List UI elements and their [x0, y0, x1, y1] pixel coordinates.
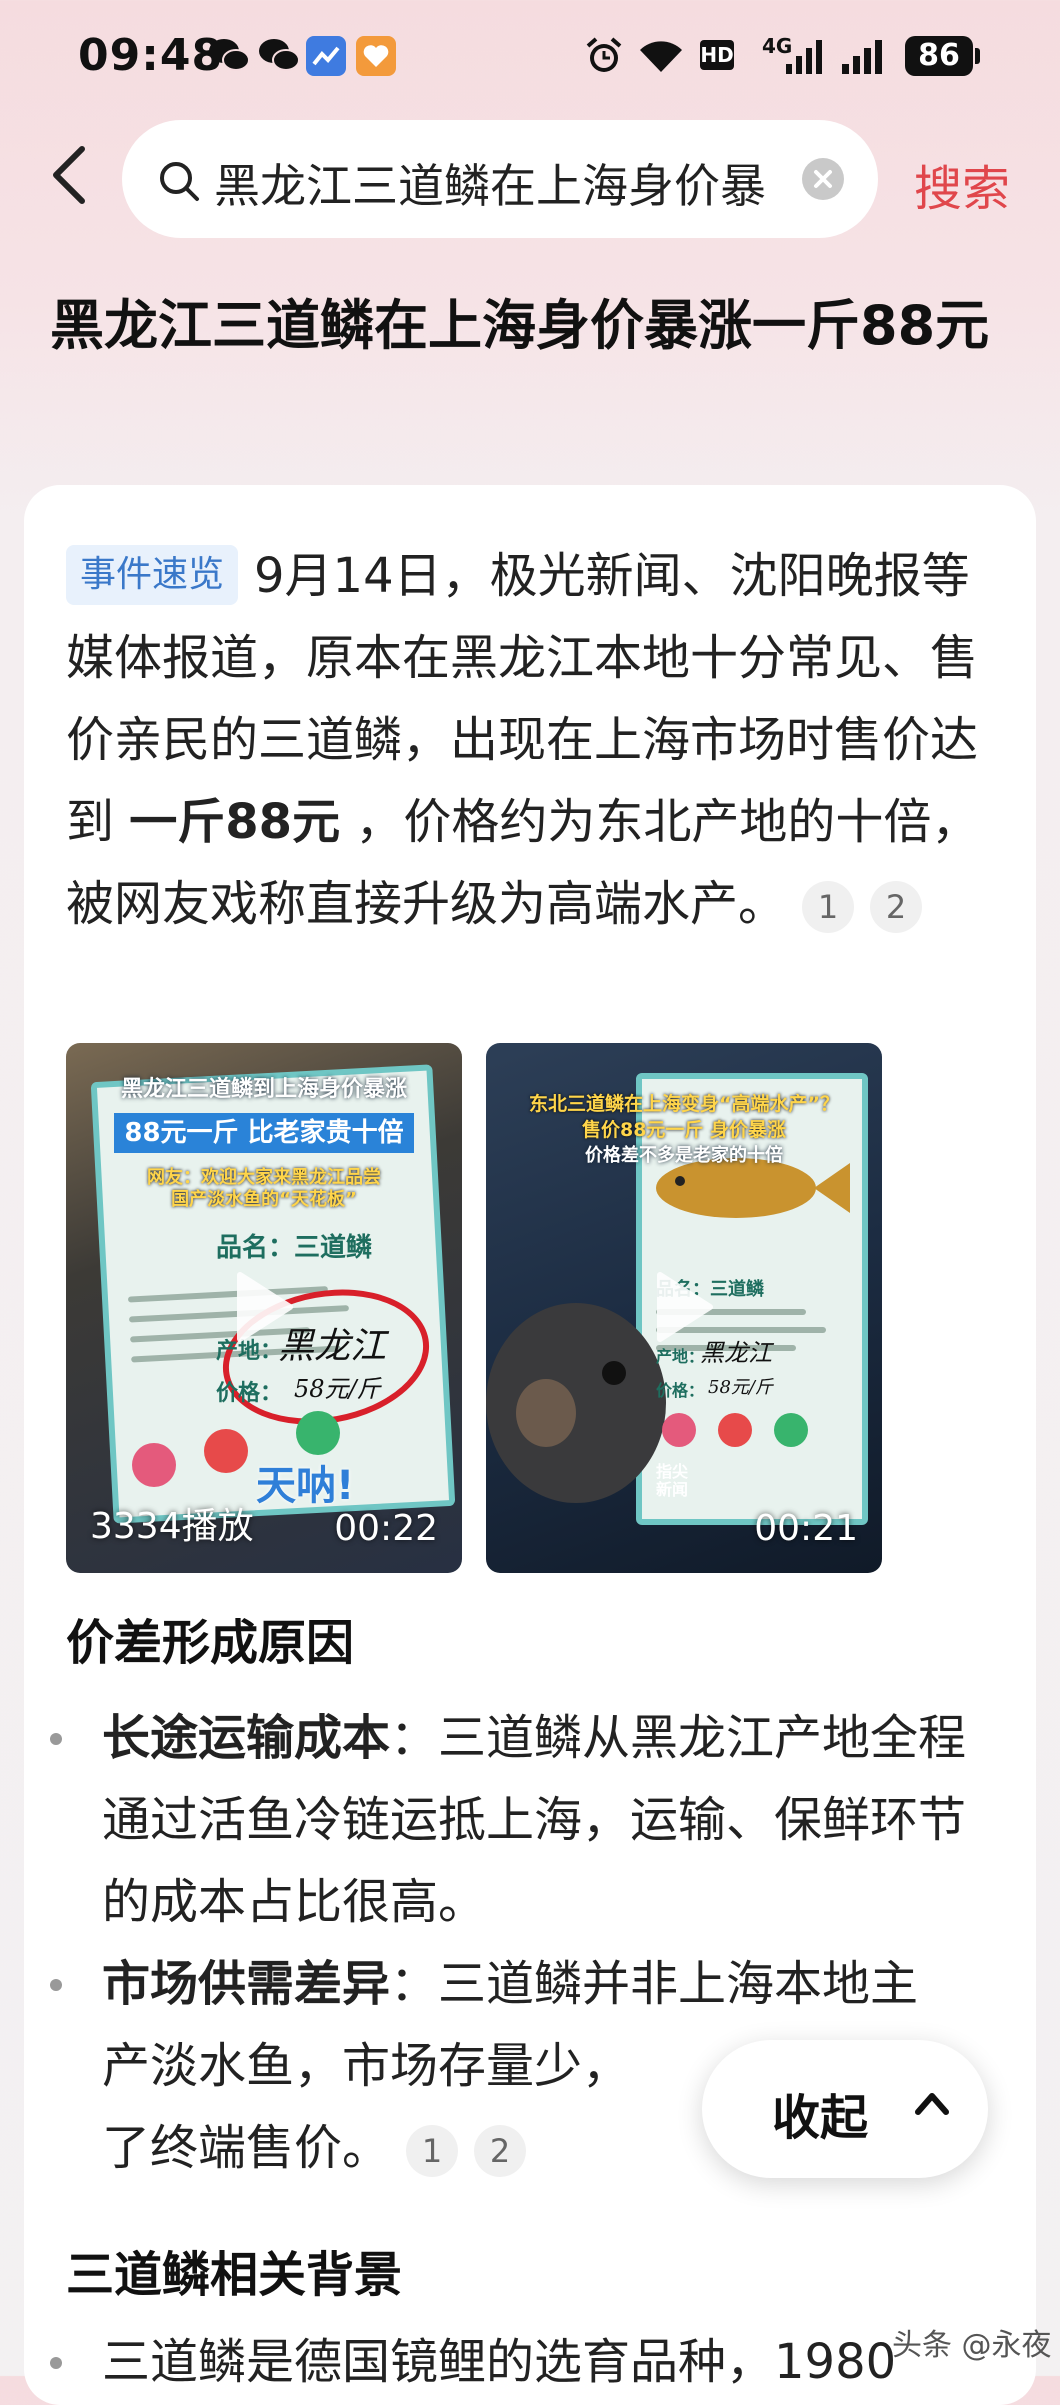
chevron-up-icon: [915, 2093, 949, 2115]
reference-badge[interactable]: 1: [802, 881, 855, 933]
wifi-icon: [640, 41, 682, 72]
list-item: 长途运输成本：三道鳞从黑龙江产地全程通过活鱼冷链运抵上海，运输、保鲜环节的成本占…: [48, 1697, 1008, 1943]
video-thumbnail[interactable]: 东北三道鳞在上海变身“高端水产”？ 售价88元一斤 身价暴涨 价格差不多是老家的…: [486, 1043, 882, 1573]
bullet-dot: [50, 1733, 62, 1745]
event-summary: 事件速览 9月14日，极光新闻、沈阳晚报等媒体报道，原本在黑龙江本地十分常见、售价…: [66, 535, 1016, 945]
video-caption: 售价88元一斤 身价暴涨: [581, 1119, 787, 1141]
reference-badge[interactable]: 1: [406, 2125, 459, 2177]
watermark: 头条 @永夜: [892, 2328, 1052, 2363]
list-item: 三道鳞是德国镜鲤的选育品种，1980: [48, 2321, 1008, 2403]
collapse-button[interactable]: 收起: [702, 2040, 988, 2178]
hd-badge: HD: [700, 40, 734, 70]
bullet-title: 市场供需差异: [102, 1956, 391, 2012]
bullet-dot: [50, 1979, 62, 1991]
search-input[interactable]: 黑龙江三道鳞在上海身价暴: [122, 120, 878, 238]
video-sticker-text: 天呐!: [256, 1463, 355, 1509]
app-notification-icon: [306, 36, 346, 76]
collapse-label: 收起: [772, 2090, 869, 2146]
video-caption: 88元一斤 比老家贵十倍: [114, 1113, 414, 1153]
video-caption: 东北三道鳞在上海变身“高端水产”？: [529, 1093, 839, 1115]
video-duration: 00:22: [334, 1508, 438, 1549]
reference-badge[interactable]: 2: [474, 2125, 527, 2177]
battery-tip: [975, 48, 980, 64]
bullet-dot: [50, 2357, 62, 2369]
bullet-text: 了终端售价。: [102, 2120, 391, 2176]
handwritten-price: 58元/斤: [294, 1375, 381, 1403]
sign-price-label: 价格：: [656, 1381, 705, 1400]
clear-input-button[interactable]: [802, 158, 844, 200]
back-arrow-icon[interactable]: [48, 143, 92, 207]
sign-sticker: [296, 1411, 340, 1455]
video-duration: 00:21: [754, 1508, 858, 1549]
play-icon[interactable]: [232, 1269, 296, 1345]
signal-icon: [786, 40, 822, 74]
reference-badge[interactable]: 2: [870, 881, 923, 933]
video-thumbnail[interactable]: 黑龙江三道鳞到上海身价暴涨 88元一斤 比老家贵十倍 网友：欢迎大家来黑龙江品尝…: [66, 1043, 462, 1573]
alarm-icon: [586, 37, 622, 72]
page-title: 黑龙江三道鳞在上海身价暴涨一斤88元: [50, 294, 990, 357]
search-query[interactable]: 黑龙江三道鳞在上海身价暴: [214, 150, 904, 216]
signal-icon: [842, 40, 882, 74]
battery-level: 86: [905, 36, 973, 76]
sign-price-label: 价格：: [216, 1381, 283, 1406]
sign-sticker: [718, 1413, 752, 1447]
video-caption: 价格差不多是老家的十倍: [585, 1145, 783, 1166]
sign-sticker: [662, 1413, 696, 1447]
play-count: 3334播放: [90, 1506, 254, 1547]
highlight-price: 一斤88元: [129, 794, 341, 850]
clock: 09:48: [78, 30, 224, 81]
news-logo: 指尖新闻: [656, 1462, 689, 1499]
bullet-title: 长途运输成本: [102, 1710, 391, 1766]
search-icon: [160, 162, 199, 201]
wechat-icon: [209, 39, 250, 71]
bullet-text: 三道鳞是德国镜鲤的选育品种，1980: [102, 2334, 897, 2390]
wechat-icon: [259, 39, 300, 71]
app-notification-icon: [356, 36, 396, 76]
video-caption: 国产淡水鱼的“天花板”: [171, 1189, 357, 1210]
status-bar: 09:48 HD 4G 86: [0, 0, 1060, 115]
section-heading: 价差形成原因: [66, 1615, 355, 1671]
sign-sticker: [204, 1429, 248, 1473]
sign-sticker: [132, 1443, 176, 1487]
search-button[interactable]: 搜索: [914, 149, 1010, 219]
sign-origin-label: 产地：: [656, 1347, 705, 1366]
search-header: 黑龙江三道鳞在上海身价暴 搜索: [0, 115, 1060, 245]
close-icon: [814, 170, 832, 188]
play-icon[interactable]: [652, 1269, 716, 1345]
sign-sticker: [774, 1413, 808, 1447]
section-heading: 三道鳞相关背景: [66, 2247, 403, 2303]
event-tag: 事件速览: [66, 545, 239, 605]
handwritten-price: 58元/斤: [708, 1377, 773, 1398]
sign-name: 品名：三道鳞: [216, 1233, 373, 1263]
video-caption: 黑龙江三道鳞到上海身价暴涨: [120, 1077, 407, 1102]
